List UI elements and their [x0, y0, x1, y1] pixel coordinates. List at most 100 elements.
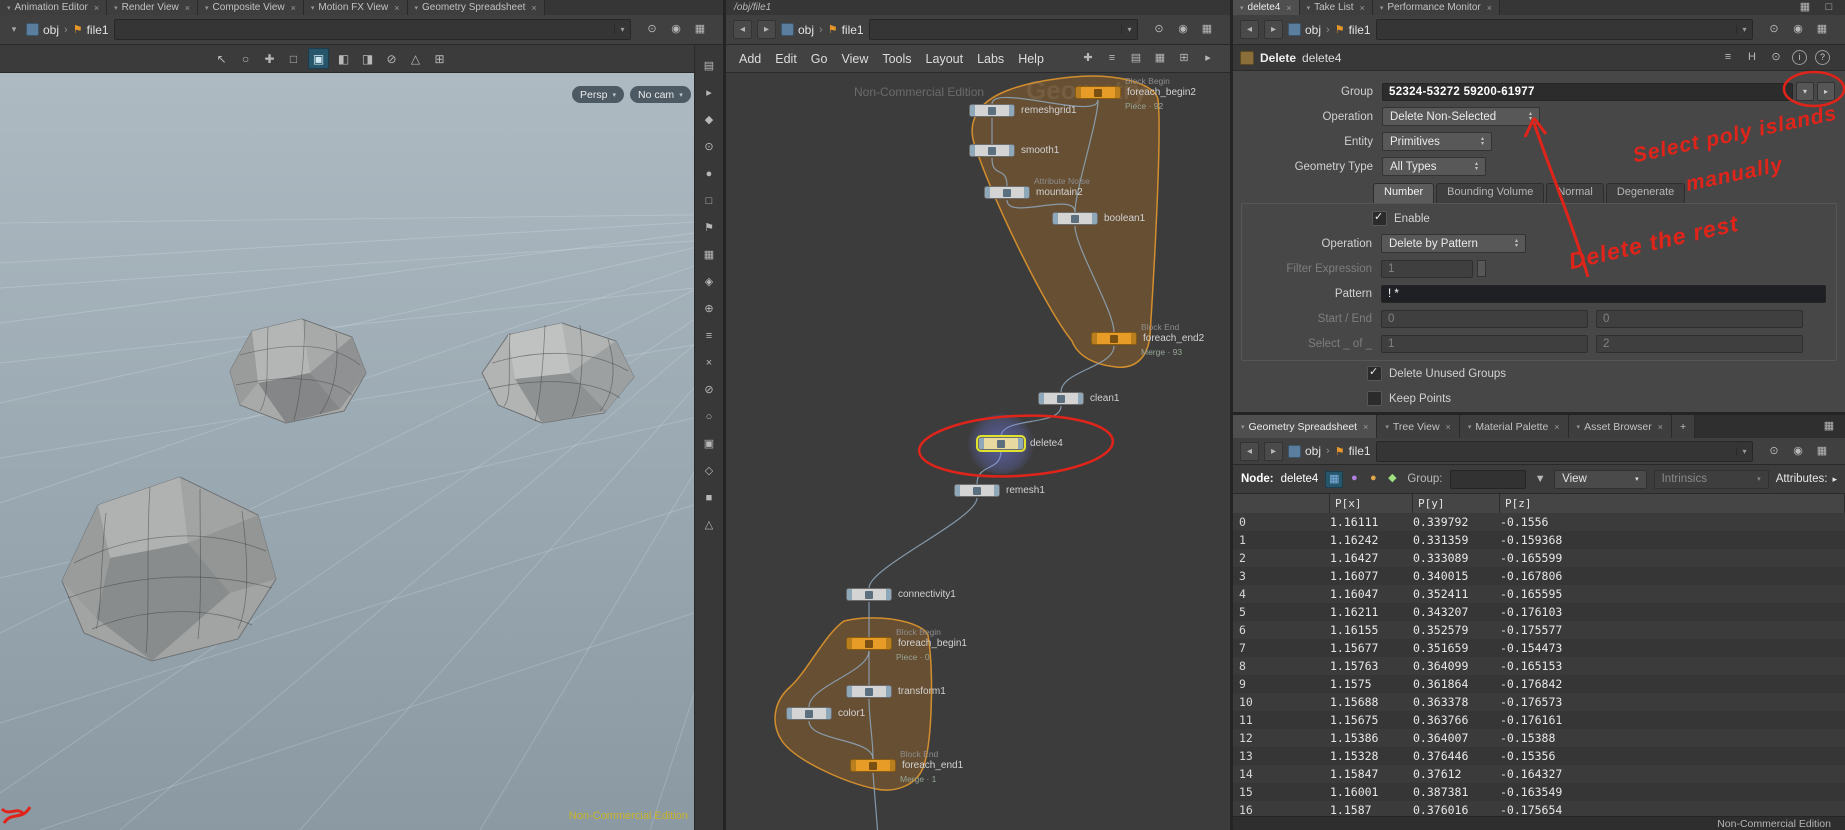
- enable-checkbox[interactable]: [1372, 210, 1387, 226]
- lasso-select-icon[interactable]: ○: [236, 49, 255, 68]
- network-node-remeshgrid1[interactable]: remeshgrid1: [969, 104, 1077, 117]
- breadcrumb-file1[interactable]: ⚑ file1: [828, 23, 864, 37]
- grid-display-icon[interactable]: ▦: [701, 248, 717, 263]
- pane-tab-take-list[interactable]: ▾ Take List ×: [1299, 0, 1373, 15]
- no-selection-icon[interactable]: ⊘: [382, 49, 401, 68]
- group-funnel-icon[interactable]: ▼: [1533, 472, 1547, 487]
- follow-selection-icon[interactable]: ◉: [1175, 22, 1191, 37]
- table-row[interactable]: 6 1.16155 0.352579 -0.175577: [1233, 621, 1845, 639]
- table-row[interactable]: 2 1.16427 0.333089 -0.165599: [1233, 549, 1845, 567]
- move-tool-icon[interactable]: ✚: [260, 49, 279, 68]
- split-pane-icon[interactable]: ▦: [1797, 0, 1813, 15]
- pane-tab-geometry-spreadsheet[interactable]: ▾ Geometry Spreadsheet ×: [1233, 415, 1378, 438]
- network-node-smooth1[interactable]: smooth1: [969, 144, 1059, 157]
- breadcrumb-obj[interactable]: obj: [1288, 444, 1321, 458]
- table-row[interactable]: 12 1.15386 0.364007 -0.15388: [1233, 729, 1845, 747]
- delete-unused-groups-checkbox[interactable]: [1367, 365, 1382, 381]
- close-tab-icon[interactable]: ×: [531, 3, 536, 13]
- table-row[interactable]: 1 1.16242 0.331359 -0.159368: [1233, 531, 1845, 549]
- wire-display-icon[interactable]: ◇: [701, 464, 717, 479]
- primitives-toggle-icon[interactable]: ●: [1365, 471, 1381, 486]
- network-node-foreach_begin2[interactable]: foreach_begin2 Block Begin Piece · 92: [1075, 76, 1196, 111]
- path-combo[interactable]: ▾: [113, 19, 631, 40]
- tab-normal[interactable]: Normal: [1546, 183, 1604, 203]
- path-combo[interactable]: ▾: [1375, 440, 1753, 462]
- help-icon[interactable]: ?: [1815, 50, 1830, 65]
- flag-icon[interactable]: ⚑: [701, 221, 717, 236]
- close-tab-icon[interactable]: ×: [94, 3, 99, 13]
- table-row[interactable]: 10 1.15688 0.363378 -0.176573: [1233, 693, 1845, 711]
- pivot-icon[interactable]: ●: [701, 167, 717, 182]
- view-select[interactable]: View ▾: [1554, 469, 1647, 489]
- menu-tools[interactable]: Tools: [875, 52, 918, 66]
- pane-tab-animation-editor[interactable]: ▾ Animation Editor ×: [0, 0, 108, 15]
- scene-viewport[interactable]: Persp ▾ No cam ▾ Non-Commercial Edition: [0, 73, 694, 830]
- keep-points-checkbox[interactable]: [1367, 391, 1382, 406]
- detail-toggle-icon[interactable]: ◆: [1384, 471, 1400, 486]
- group-menu-button[interactable]: ▾: [1796, 82, 1814, 101]
- edit-expression-icon[interactable]: H: [1744, 50, 1760, 65]
- menu-layout[interactable]: Layout: [919, 52, 971, 66]
- network-node-delete4[interactable]: delete4: [976, 435, 1063, 452]
- network-node-clean1[interactable]: clean1: [1038, 392, 1119, 405]
- table-row[interactable]: 9 1.1575 0.361864 -0.176842: [1233, 675, 1845, 693]
- network-node-boolean1[interactable]: boolean1: [1052, 212, 1145, 225]
- pane-tab-delete4[interactable]: ▾ delete4 ×: [1233, 0, 1300, 15]
- menu-add[interactable]: Add: [732, 52, 768, 66]
- pane-menu-button[interactable]: ▾: [7, 24, 21, 35]
- add-geometry-icon[interactable]: ⊕: [701, 302, 717, 317]
- tree-view-icon[interactable]: ≡: [1104, 51, 1120, 66]
- pattern-operation-select[interactable]: Delete by Pattern ▴ ▾: [1381, 234, 1526, 253]
- menu-go[interactable]: Go: [804, 52, 835, 66]
- close-tab-icon[interactable]: ×: [1286, 3, 1291, 13]
- tab-number[interactable]: Number: [1373, 183, 1435, 203]
- info-icon[interactable]: i: [1792, 50, 1807, 65]
- network-node-transform1[interactable]: transform1: [846, 685, 946, 698]
- network-node-remesh1[interactable]: remesh1: [954, 484, 1045, 497]
- persp-view-button[interactable]: Persp ▾: [572, 86, 624, 103]
- layout-grid-icon[interactable]: ▦: [1814, 444, 1830, 459]
- pane-tab-material-palette[interactable]: ▾ Material Palette ×: [1459, 415, 1569, 438]
- network-pane-tab[interactable]: /obj/file1: [726, 0, 779, 15]
- layout-grid-icon[interactable]: ▦: [1199, 22, 1215, 37]
- operation-select[interactable]: Delete Non-Selected ▴ ▾: [1382, 107, 1540, 126]
- point-display-icon[interactable]: ○: [701, 410, 717, 425]
- network-node-color1[interactable]: color1: [786, 707, 865, 720]
- breadcrumb-file1[interactable]: ⚑ file1: [1335, 23, 1371, 37]
- network-node-connectivity1[interactable]: connectivity1: [846, 588, 956, 601]
- breadcrumb-obj[interactable]: obj: [26, 23, 59, 37]
- forward-button[interactable]: ▸: [1264, 441, 1283, 461]
- select-groups-icon[interactable]: ◧: [334, 49, 353, 68]
- back-button[interactable]: ◂: [1240, 441, 1259, 461]
- breadcrumb-file1[interactable]: ⚑ file1: [1335, 444, 1371, 458]
- close-tab-icon[interactable]: ×: [1363, 422, 1368, 432]
- table-row[interactable]: 15 1.16001 0.387381 -0.163549: [1233, 783, 1845, 801]
- table-row[interactable]: 7 1.15677 0.351659 -0.154473: [1233, 639, 1845, 657]
- pane-tab-composite-view[interactable]: ▾ Composite View ×: [198, 0, 304, 15]
- pane-tab-asset-browser[interactable]: ▾ Asset Browser ×: [1568, 415, 1673, 438]
- close-tab-icon[interactable]: ×: [1360, 3, 1365, 13]
- table-row[interactable]: 14 1.15847 0.37612 -0.164327: [1233, 765, 1845, 783]
- pane-options-icon[interactable]: ▦: [1821, 419, 1837, 434]
- px-header[interactable]: P[x]: [1330, 494, 1413, 513]
- follow-selection-icon[interactable]: ◉: [1790, 444, 1806, 459]
- pane-tab-tree-view[interactable]: ▾ Tree View ×: [1377, 415, 1460, 438]
- select-tool-icon[interactable]: ↖: [212, 49, 231, 68]
- material-icon[interactable]: ◈: [701, 275, 717, 290]
- customize-toolbar-icon[interactable]: ✚: [1080, 51, 1096, 66]
- group-reselect-button[interactable]: ▸: [1817, 82, 1835, 101]
- breadcrumb-obj[interactable]: obj: [781, 23, 814, 37]
- menu-view[interactable]: View: [834, 52, 875, 66]
- table-row[interactable]: 5 1.16211 0.343207 -0.176103: [1233, 603, 1845, 621]
- network-node-foreach_end2[interactable]: foreach_end2 Block End Merge · 93: [1091, 322, 1204, 357]
- chevron-down-icon[interactable]: ▾: [1736, 446, 1752, 456]
- path-combo[interactable]: ▾: [868, 19, 1138, 40]
- attributes-button[interactable]: Attributes: ▸: [1776, 473, 1837, 485]
- select-mode-icon[interactable]: ▸: [701, 86, 717, 101]
- close-tab-icon[interactable]: ×: [1658, 422, 1663, 432]
- grid-view-icon[interactable]: ▦: [1152, 51, 1168, 66]
- pin-icon[interactable]: ⊙: [1766, 22, 1782, 37]
- select-connected-icon[interactable]: ◨: [358, 49, 377, 68]
- menu-help[interactable]: Help: [1011, 52, 1051, 66]
- camera-select-button[interactable]: No cam ▾: [630, 86, 691, 103]
